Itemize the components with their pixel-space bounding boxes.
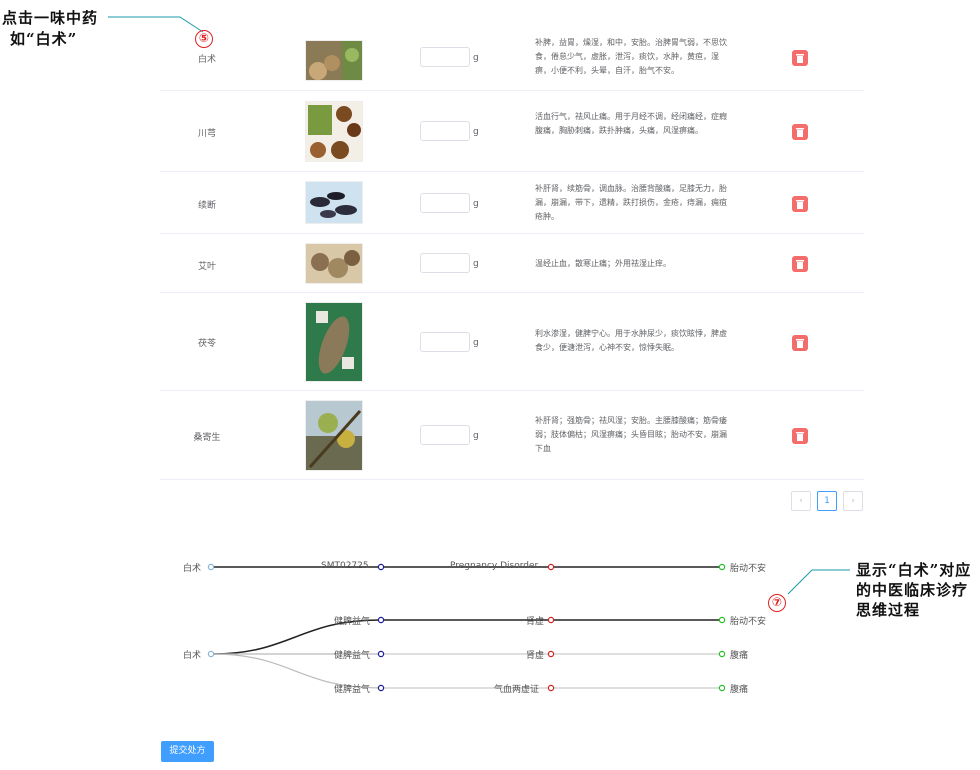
- graph-label-node: 健脾益气: [334, 651, 371, 661]
- reasoning-graph: [207, 563, 726, 692]
- graph-label-node: 气血两虚证: [494, 685, 540, 695]
- graph-node[interactable]: [547, 684, 555, 692]
- graph-node[interactable]: [547, 563, 555, 571]
- graph-node[interactable]: [547, 616, 555, 624]
- graph-label-node: 肾虚: [526, 651, 545, 661]
- graph-node[interactable]: [377, 650, 385, 658]
- graph-label-node: 胎动不安: [730, 617, 767, 627]
- graph-node[interactable]: [718, 650, 726, 658]
- graph-node[interactable]: [718, 563, 726, 571]
- graph-label-node: 肾虚: [526, 617, 545, 627]
- graph-node[interactable]: [377, 684, 385, 692]
- graph-label-node: Pregnancy Disorder: [450, 561, 539, 571]
- graph-node[interactable]: [718, 684, 726, 692]
- graph-label-node: SMT02725: [321, 561, 369, 571]
- graph-label-root: 白术: [183, 564, 202, 574]
- graph-node[interactable]: [718, 616, 726, 624]
- graph-node[interactable]: [377, 563, 385, 571]
- graph-label-root: 白术: [183, 651, 202, 661]
- graph-label-node: 健脾益气: [334, 617, 371, 627]
- graph-node[interactable]: [377, 616, 385, 624]
- graph-node[interactable]: [207, 650, 215, 658]
- graph-label-node: 胎动不安: [730, 564, 767, 574]
- submit-prescription-button[interactable]: 提交处方: [161, 741, 214, 762]
- graph-label-node: 健脾益气: [334, 685, 371, 695]
- graph-label-node: 腹痛: [730, 685, 749, 695]
- graph-node[interactable]: [207, 563, 215, 571]
- graph-node[interactable]: [547, 650, 555, 658]
- graph-label-node: 腹痛: [730, 651, 749, 661]
